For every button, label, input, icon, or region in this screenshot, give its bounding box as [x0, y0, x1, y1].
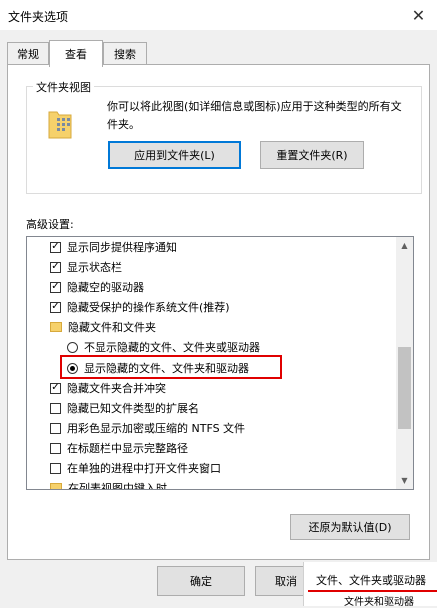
checkbox[interactable]: ✓ — [50, 261, 61, 273]
radio-button[interactable] — [67, 341, 78, 353]
list-item-sync-provider-notifications[interactable]: ✓ 显示同步提供程序通知 — [50, 237, 177, 257]
list-item-label: 不显示隐藏的文件、文件夹或驱动器 — [84, 341, 260, 354]
scroll-down-icon[interactable]: ▼ — [396, 472, 413, 489]
checkbox[interactable]: ✓ — [50, 301, 61, 313]
list-item-hide-empty-drives[interactable]: ✓ 隐藏空的驱动器 — [50, 277, 144, 297]
list-group-hidden-files: 隐藏文件和文件夹 — [50, 317, 156, 337]
folder-view-icon — [48, 111, 72, 139]
list-item-label: 在标题栏中显示完整路径 — [67, 442, 188, 455]
list-group-typing-in-list-view: 在列表视图中键入时 — [50, 478, 167, 490]
tab-search[interactable]: 搜索 — [103, 42, 147, 65]
folder-view-title: 文件夹视图 — [33, 79, 94, 95]
window-title: 文件夹选项 — [8, 10, 69, 24]
list-item-label: 隐藏受保护的操作系统文件(推荐) — [67, 301, 230, 314]
overlay-red-underline — [308, 590, 437, 592]
list-item-hide-folder-merge-conflicts[interactable]: ✓ 隐藏文件夹合并冲突 — [50, 378, 166, 398]
checkbox[interactable]: ✓ — [50, 382, 61, 394]
list-item-label: 隐藏文件和文件夹 — [68, 321, 156, 334]
folder-icon — [50, 322, 62, 332]
scroll-up-icon[interactable]: ▲ — [396, 237, 413, 254]
restore-defaults-button[interactable]: 还原为默认值(D) — [290, 514, 410, 540]
list-item-dont-show-hidden[interactable]: 不显示隐藏的文件、文件夹或驱动器 — [67, 337, 260, 357]
list-item-label: 显示同步提供程序通知 — [67, 241, 177, 254]
checkbox[interactable] — [50, 442, 61, 454]
vertical-scrollbar[interactable]: ▲ ▼ — [396, 237, 413, 489]
tab-view[interactable]: 查看 — [49, 40, 103, 67]
close-icon: ✕ — [411, 5, 426, 25]
list-item-label: 隐藏已知文件类型的扩展名 — [67, 402, 199, 415]
list-item-label: 显示状态栏 — [67, 261, 122, 274]
scrollbar-thumb[interactable] — [398, 347, 411, 429]
apply-to-folders-button[interactable]: 应用到文件夹(L) — [108, 141, 241, 169]
reset-folders-button[interactable]: 重置文件夹(R) — [260, 141, 364, 169]
overlay-text-1: 文件、文件夹或驱动器 — [316, 574, 426, 587]
ok-button[interactable]: 确定 — [157, 566, 245, 596]
folder-icon — [50, 483, 62, 489]
checkbox[interactable]: ✓ — [50, 241, 61, 253]
advanced-settings-label: 高级设置: — [26, 218, 74, 231]
list-item-status-bar[interactable]: ✓ 显示状态栏 — [50, 257, 122, 277]
list-item-hide-protected-os-files[interactable]: ✓ 隐藏受保护的操作系统文件(推荐) — [50, 297, 230, 317]
overlay-crop: 文件、文件夹或驱动器 文件夹和驱动器 — [303, 562, 437, 608]
checkbox[interactable]: ✓ — [50, 281, 61, 293]
tab-general[interactable]: 常规 — [7, 42, 49, 65]
close-button[interactable]: ✕ — [400, 0, 437, 30]
checkbox[interactable] — [50, 402, 61, 414]
list-item-label: 用彩色显示加密或压缩的 NTFS 文件 — [67, 422, 246, 435]
red-highlight-box — [60, 355, 282, 379]
list-item-label: 在单独的进程中打开文件夹窗口 — [67, 462, 221, 475]
checkbox[interactable] — [50, 422, 61, 434]
list-item-full-path-title[interactable]: 在标题栏中显示完整路径 — [50, 438, 188, 458]
list-item-color-ntfs[interactable]: 用彩色显示加密或压缩的 NTFS 文件 — [50, 418, 245, 438]
folder-view-description: 你可以将此视图(如详细信息或图标)应用于这种类型的所有文件夹。 — [107, 100, 402, 131]
list-item-label: 隐藏空的驱动器 — [67, 281, 144, 294]
list-item-label: 在列表视图中键入时 — [68, 482, 167, 490]
list-item-hide-extensions[interactable]: 隐藏已知文件类型的扩展名 — [50, 398, 199, 418]
list-item-label: 隐藏文件夹合并冲突 — [67, 382, 166, 395]
checkbox[interactable] — [50, 462, 61, 474]
list-item-separate-process[interactable]: 在单独的进程中打开文件夹窗口 — [50, 458, 221, 478]
